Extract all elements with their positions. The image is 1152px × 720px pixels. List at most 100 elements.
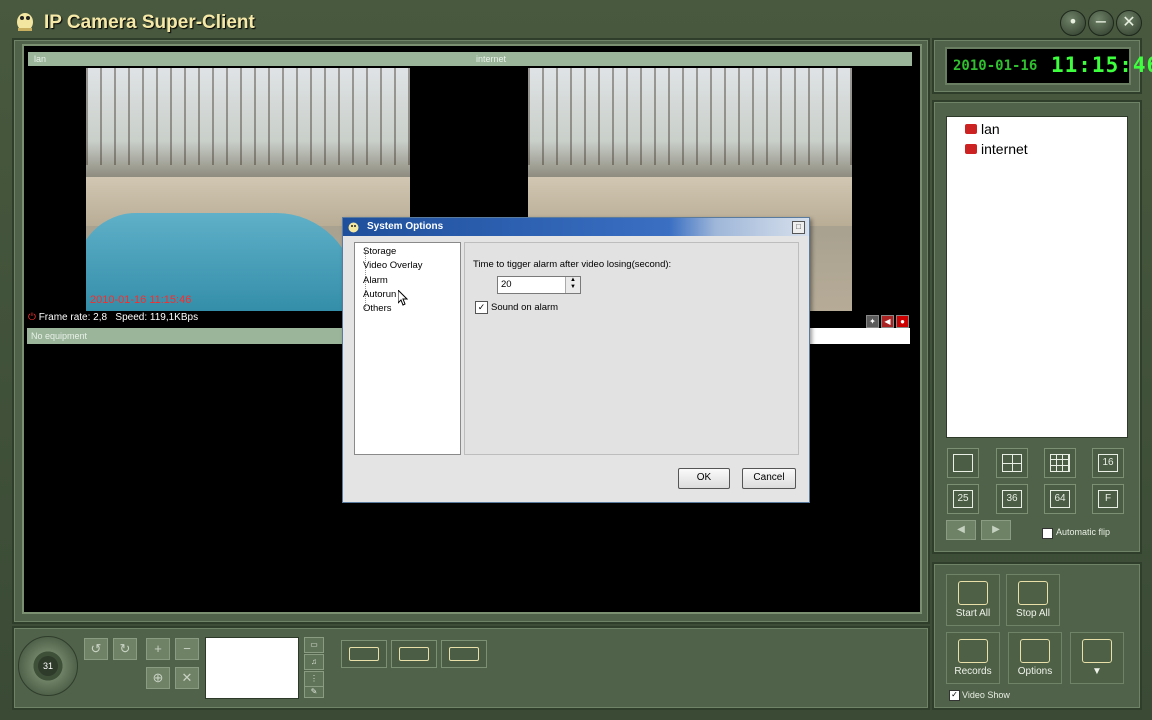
more-button[interactable]: ▼ bbox=[1070, 632, 1124, 684]
stop-all-icon bbox=[1018, 581, 1048, 605]
options-button[interactable]: Options bbox=[1008, 632, 1062, 684]
channel-bar bbox=[808, 328, 910, 344]
settings-icon[interactable]: ✎ bbox=[304, 686, 324, 698]
prev-page-button[interactable]: ◀ bbox=[946, 520, 976, 540]
dialog-title: System Options bbox=[367, 221, 444, 232]
dialog-title-bar[interactable]: System Options □ bbox=[343, 218, 809, 236]
sound-on-alarm-checkbox[interactable]: ✓ bbox=[475, 301, 488, 314]
alarm-time-label: Time to tigger alarm after video losing(… bbox=[473, 259, 672, 270]
start-all-button[interactable]: Start All bbox=[946, 574, 1000, 626]
start-all-label: Start All bbox=[955, 608, 991, 619]
record-icon[interactable]: ● bbox=[896, 315, 909, 328]
fullscreen-label: F bbox=[1098, 490, 1118, 509]
restore-icon[interactable]: • bbox=[1060, 10, 1086, 36]
clock-display: 2010-01-16 11:15:46 bbox=[945, 47, 1152, 85]
sound-on-alarm-label: Sound on alarm bbox=[491, 302, 559, 313]
camera-button-1[interactable] bbox=[341, 640, 387, 668]
video-show-checkbox[interactable]: ✓ bbox=[949, 690, 960, 701]
automatic-flip-label: Automatic flip bbox=[1056, 527, 1111, 537]
tree-item-video-overlay[interactable]: Video Overlay bbox=[363, 260, 423, 271]
rotate-left-icon[interactable]: ↺ bbox=[84, 638, 108, 660]
camera-icon bbox=[349, 647, 379, 661]
camera-button-2[interactable] bbox=[391, 640, 437, 668]
clock-time: 11:15:46 bbox=[1051, 53, 1152, 77]
layout-4-button[interactable] bbox=[996, 448, 1028, 478]
tree-item-alarm[interactable]: Alarm bbox=[363, 275, 388, 286]
clock-date: 2010-01-16 bbox=[953, 58, 1038, 74]
channel-status: ⏻ Frame rate: 2,8 Speed: 119,1KBps bbox=[28, 312, 198, 323]
zoom-in-icon[interactable]: + bbox=[146, 638, 170, 660]
layout-16-button[interactable]: 16 bbox=[1092, 448, 1124, 478]
tree-item-others[interactable]: Others bbox=[363, 303, 392, 314]
device-label: internet bbox=[981, 141, 1028, 157]
spin-arrows-icon[interactable]: ▲ ▼ bbox=[565, 277, 580, 293]
dropdown-arrow-icon: ▼ bbox=[1092, 666, 1102, 677]
alarm-time-value[interactable]: 20 bbox=[501, 279, 512, 290]
no-equipment-bar: No equipment bbox=[27, 328, 343, 344]
camera-icon bbox=[965, 124, 977, 134]
stop-all-button[interactable]: Stop All bbox=[1006, 574, 1060, 626]
video-show-label: Video Show bbox=[962, 690, 1010, 700]
layout-25-button[interactable]: 25 bbox=[947, 484, 979, 514]
layout-4-icon bbox=[1002, 454, 1022, 473]
channel-header-lan: lan bbox=[28, 52, 470, 66]
ptz-icon[interactable]: ✦ bbox=[866, 315, 879, 328]
mouse-cursor-icon bbox=[398, 290, 408, 306]
layout-1-button[interactable] bbox=[947, 448, 979, 478]
records-icon bbox=[958, 639, 988, 663]
ok-button[interactable]: OK bbox=[678, 468, 730, 489]
device-label: lan bbox=[981, 121, 1000, 137]
iris-icon[interactable]: ✕ bbox=[175, 667, 199, 689]
camera-icon bbox=[965, 144, 977, 154]
rotate-right-icon[interactable]: ↻ bbox=[113, 638, 137, 660]
device-item-lan[interactable]: lan bbox=[963, 121, 1063, 139]
layout-64-label: 64 bbox=[1050, 490, 1070, 509]
close-icon[interactable]: ✕ bbox=[1116, 10, 1142, 36]
layout-9-button[interactable] bbox=[1044, 448, 1076, 478]
audio-icon[interactable]: ◀ bbox=[881, 315, 894, 328]
alarm-time-spinbox[interactable]: 20 ▲ ▼ bbox=[497, 276, 581, 294]
system-options-dialog: System Options □ Storage Video Overlay A… bbox=[342, 217, 810, 503]
maximize-icon[interactable]: □ bbox=[792, 221, 805, 234]
minimize-icon[interactable]: − bbox=[1088, 10, 1114, 36]
options-icon bbox=[1020, 639, 1050, 663]
tree-item-autorun[interactable]: Autorun bbox=[363, 289, 396, 300]
speed: Speed: 119,1KBps bbox=[115, 312, 199, 323]
device-item-internet[interactable]: internet bbox=[963, 141, 1063, 159]
video-trees bbox=[528, 68, 852, 166]
focus-icon[interactable]: ⊕ bbox=[146, 667, 170, 689]
layout-36-button[interactable]: 36 bbox=[996, 484, 1028, 514]
frame-rate: Frame rate: 2,8 bbox=[38, 312, 108, 323]
layout-1-icon bbox=[953, 454, 973, 473]
options-tree[interactable]: Storage Video Overlay Alarm Autorun Othe… bbox=[354, 242, 461, 455]
ptz-preset[interactable]: 31 bbox=[38, 656, 58, 676]
camera-button-3[interactable] bbox=[441, 640, 487, 668]
tree-item-storage[interactable]: Storage bbox=[363, 246, 396, 257]
channel-controls: ✦ ◀ ● bbox=[866, 311, 911, 328]
power-icon[interactable]: ⏻ bbox=[28, 312, 36, 323]
app-title: IP Camera Super-Client bbox=[44, 12, 255, 33]
talk-icon[interactable]: ⋮ bbox=[304, 671, 324, 687]
preview-window bbox=[205, 637, 299, 699]
records-button[interactable]: Records bbox=[946, 632, 1000, 684]
app-window: IP Camera Super-Client • − ✕ lan interne… bbox=[0, 0, 1152, 720]
next-page-button[interactable]: ▶ bbox=[981, 520, 1011, 540]
fullscreen-button[interactable]: F bbox=[1092, 484, 1124, 514]
device-list[interactable]: lan internet bbox=[946, 116, 1128, 438]
layout-16-label: 16 bbox=[1098, 454, 1118, 473]
layout-64-button[interactable]: 64 bbox=[1044, 484, 1076, 514]
tools-icon bbox=[1082, 639, 1112, 663]
snapshot-icon[interactable]: ▭ bbox=[304, 637, 324, 653]
layout-36-label: 36 bbox=[1002, 490, 1022, 509]
camera-icon bbox=[449, 647, 479, 661]
zoom-out-icon[interactable]: − bbox=[175, 638, 199, 660]
options-page: Time to tigger alarm after video losing(… bbox=[464, 242, 799, 455]
cancel-button[interactable]: Cancel bbox=[742, 468, 796, 489]
camera-icon bbox=[399, 647, 429, 661]
automatic-flip-checkbox[interactable] bbox=[1042, 528, 1053, 539]
channel-header-internet: internet bbox=[470, 52, 912, 66]
ptz-joystick[interactable]: 31 bbox=[18, 636, 78, 696]
video-trees bbox=[86, 68, 410, 166]
audio-icon[interactable]: ♫ bbox=[304, 654, 324, 670]
options-label: Options bbox=[1017, 666, 1053, 677]
